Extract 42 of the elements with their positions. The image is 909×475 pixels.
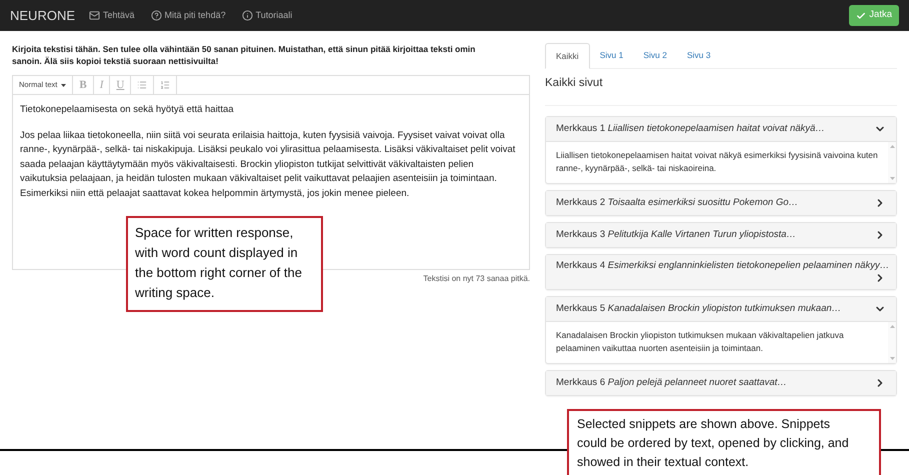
snippet-title: Merkkaus 4 Esimerkiksi englanninkielisten tietokonepelien pelaaminen näkyy… <box>556 260 890 272</box>
bullet-list-icon <box>137 80 148 90</box>
tab[interactable]: Sivu 3 <box>676 43 721 68</box>
check-icon <box>856 10 866 20</box>
scroll-up-icon <box>890 145 894 148</box>
snippet-header[interactable]: Merkkaus 1 Liiallisen tietokonepelaamisen haitat voivat näkyä… <box>546 117 896 142</box>
snippet-title: Merkkaus 2 Toisaalta esimerkiksi suosittu Pokemon Go… <box>556 197 798 210</box>
word-count: Tekstisi on nyt 73 sanaa pitkä. <box>423 273 530 285</box>
editor-paragraph: Jos pelaa liikaa tietokoneella, niin siitä voi seurata erilaisia haittoja, kuten fyysisiä vaivoja. Fyysiset vaivat voivat olla ranne-, kyynärpää-, selkä- tai niskakipuja. Lisäksi peukalo voi ylirasittua pelaamisesta. Lisäksi väkivaltaiset pelit voivat saada pelaajan käyttäytymään myös väkivaltaisesti. Brockin yliopiston tutkijat selvittivät väkivaltaisten pelien vaikutuksia pelaajaan, ja heidän tulosten mukaan väkivaltaiset pelit vaikuttavat pelaajien asenteisiin ja toimintaan. Esimerkiksi niin että pelaajat saattavat kokea helpommin ärtymystä, jos jokin menee pieleen. <box>20 128 516 200</box>
scrollbar[interactable] <box>888 322 896 364</box>
tab[interactable]: Sivu 2 <box>633 43 677 68</box>
tab[interactable]: Kaikki <box>545 43 590 69</box>
snippet-header[interactable]: Merkkaus 6 Paljon pelejä pelanneet nuoret saattavat… <box>546 371 896 396</box>
snippet-title: Merkkaus 1 Liiallisen tietokonepelaamisen haitat voivat näkyä… <box>556 123 825 136</box>
editor-paragraph: Tietokonepelaamisesta on sekä hyötyä että haittaa <box>20 103 235 117</box>
snippet-header[interactable]: Merkkaus 4 Esimerkiksi englanninkielisten tietokonepelien pelaaminen näkyy… <box>546 255 896 290</box>
scroll-down-icon <box>890 177 894 180</box>
tab[interactable]: Sivu 1 <box>590 43 634 68</box>
annotation-callout: Selected snippets are shown above. Snippets could be ordered by text, opened by clicking, and showed in their textual context. <box>567 409 881 475</box>
snippet-title: Merkkaus 6 Paljon pelejä pelanneet nuoret saattavat… <box>556 377 787 390</box>
snippet-header[interactable]: Merkkaus 5 Kanadalaisen Brockin yliopiston tutkimuksen mukaan… <box>546 297 896 322</box>
instructions-text: Kirjoita tekstisi tähän. Sen tulee olla vähintään 50 sanan pituinen. Muistathan, että sinun pitää kirjoittaa teksti omin sanoin. Älä siis kopioi tekstiä suoraan nettisivuilta! <box>12 43 476 67</box>
snippet-title: Merkkaus 5 Kanadalaisen Brockin yliopiston tutkimuksen mukaan… <box>556 303 842 316</box>
nav-link[interactable]: Tutoriaali <box>242 8 292 22</box>
numbered-list-icon <box>160 80 170 90</box>
dropdown-caret-icon <box>61 84 66 86</box>
info-icon <box>242 10 253 21</box>
panel-title: Kaikki sivut <box>545 76 604 91</box>
scroll-down-icon <box>890 357 894 360</box>
nav-link[interactable]: Mitä piti tehdä? <box>150 8 226 22</box>
snippet-header[interactable]: Merkkaus 3 Pelitutkija Kalle Virtanen Turun yliopistosta… <box>546 223 896 248</box>
help-icon <box>150 10 162 21</box>
snippet-header[interactable]: Merkkaus 2 Toisaalta esimerkiksi suosittu Pokemon Go… <box>546 191 896 216</box>
annotation-callout: Space for written response, with word count displayed in the bottom right corner of the writing space. <box>126 216 323 312</box>
snippet-text: Liiallisen tietokonepelaamisen haitat voivat näkyä esimerkiksi fyysisinä vaivoina kuten ranne-, kyynärpää-, selkä- tai niskaoireina. <box>555 149 879 176</box>
scrollbar[interactable] <box>888 142 896 184</box>
mail-icon <box>89 10 100 21</box>
nav-link[interactable]: Tehtävä <box>89 8 135 22</box>
snippet-text: Kanadalaisen Brockin yliopiston tutkimuksen mukaan väkivaltapelien jatkuva pelaaminen vaikuttaa nuorten asenteisiin ja toimintaan. <box>555 329 845 356</box>
snippet-title: Merkkaus 3 Pelitutkija Kalle Virtanen Turun yliopistosta… <box>556 229 796 242</box>
scroll-up-icon <box>890 325 894 328</box>
brand-logo[interactable]: NEURONE <box>10 6 76 26</box>
